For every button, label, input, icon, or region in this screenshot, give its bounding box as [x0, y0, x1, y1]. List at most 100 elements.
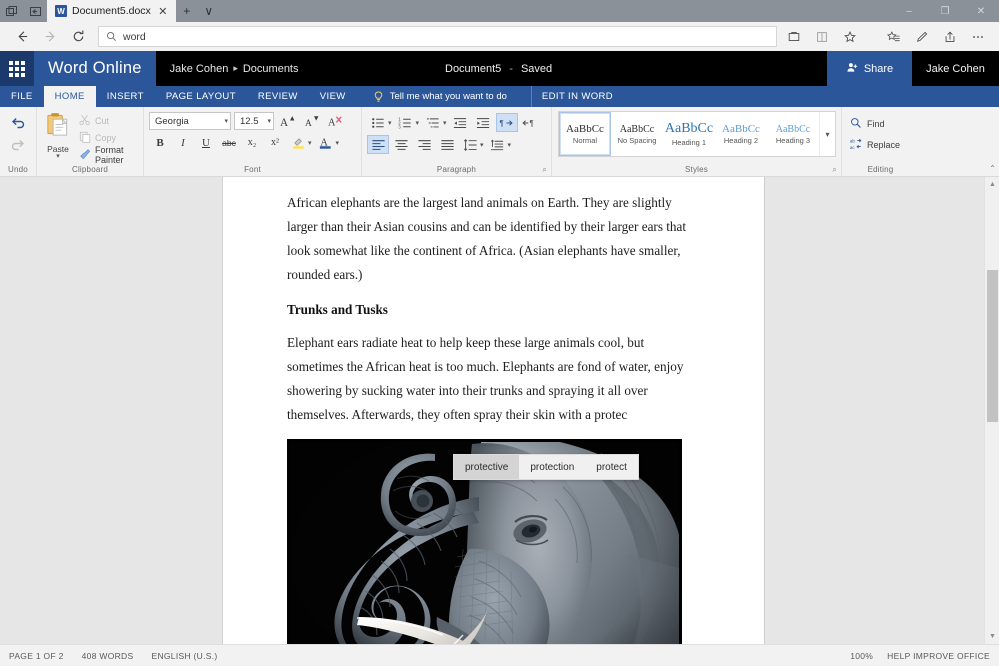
superscript-button[interactable]: x² [264, 133, 286, 152]
restore-button[interactable]: ❐ [927, 0, 963, 22]
chevron-down-icon[interactable]: ▾ [263, 117, 271, 125]
reading-view-icon[interactable] [781, 25, 807, 49]
numbering-icon[interactable]: 123 [395, 113, 417, 132]
cut-button[interactable]: Cut [76, 113, 138, 129]
brand-title[interactable]: Word Online [34, 51, 156, 86]
increase-indent-icon[interactable] [473, 113, 495, 132]
share-icon[interactable] [937, 25, 963, 49]
chevron-down-icon[interactable]: ▾ [480, 141, 484, 149]
book-icon[interactable] [809, 25, 835, 49]
bold-button[interactable]: B [149, 133, 171, 152]
web-note-icon[interactable] [909, 25, 935, 49]
paragraph-dialog-launcher[interactable]: ⌕ [542, 165, 547, 175]
refresh-icon[interactable] [64, 25, 92, 49]
styles-more-button[interactable]: ▾ [819, 112, 835, 156]
style-heading-1[interactable]: AaBbCc Heading 1 [663, 112, 715, 156]
chevron-down-icon[interactable]: ▾ [443, 119, 447, 127]
tab-insert[interactable]: INSERT [96, 86, 155, 107]
user-name[interactable]: Jake Cohen [912, 51, 999, 86]
document-page[interactable]: African elephants are the largest land a… [222, 177, 765, 644]
font-size-combobox[interactable]: 12.5 ▾ [234, 112, 274, 130]
chevron-down-icon[interactable]: ▾ [220, 117, 228, 125]
collapse-ribbon-icon[interactable]: ⌃ [989, 164, 996, 173]
font-color-icon[interactable]: A [315, 133, 337, 152]
clear-formatting-icon[interactable]: A [325, 112, 346, 130]
decrease-indent-icon[interactable] [450, 113, 472, 132]
forward-icon[interactable] [36, 25, 64, 49]
restore-tabs-icon[interactable] [28, 4, 43, 19]
edit-in-word-button[interactable]: EDIT IN WORD [531, 86, 623, 107]
chevron-down-icon[interactable]: ∨ [198, 0, 220, 22]
format-painter-button[interactable]: Format Painter [76, 147, 138, 163]
close-icon[interactable]: ✕ [156, 4, 170, 18]
document-body[interactable]: African elephants are the largest land a… [287, 191, 703, 644]
new-tab-button[interactable]: + [176, 0, 198, 22]
paragraph-spacing-icon[interactable] [487, 135, 509, 154]
style-heading-3[interactable]: AaBbCc Heading 3 [767, 112, 819, 156]
browser-tab[interactable]: W Document5.docx ✕ [47, 0, 176, 22]
favorites-star-icon[interactable] [837, 25, 863, 49]
chevron-down-icon[interactable]: ▾ [56, 154, 60, 160]
back-icon[interactable] [8, 25, 36, 49]
word-count[interactable]: 408 WORDS [82, 651, 134, 661]
address-input[interactable]: word [123, 31, 146, 43]
ltr-text-direction-icon[interactable]: ¶ [496, 113, 518, 132]
replace-button[interactable]: abac Replace [850, 136, 914, 154]
paste-button[interactable]: Paste ▾ [42, 110, 74, 163]
font-name-combobox[interactable]: Georgia ▾ [149, 112, 231, 130]
document-name[interactable]: Document5 [445, 63, 501, 75]
shrink-font-icon[interactable]: A▼ [301, 112, 322, 130]
style-heading-2[interactable]: AaBbCc Heading 2 [715, 112, 767, 156]
undo-arrow-icon[interactable] [6, 112, 30, 132]
autocomplete-option-protection[interactable]: protection [519, 455, 585, 479]
chevron-down-icon[interactable]: ▾ [508, 141, 512, 149]
bullets-icon[interactable] [367, 113, 389, 132]
page-indicator[interactable]: PAGE 1 OF 2 [9, 651, 64, 661]
align-center-icon[interactable] [390, 135, 412, 154]
hub-icon[interactable] [881, 25, 907, 49]
minimize-button[interactable]: – [891, 0, 927, 22]
rtl-text-direction-icon[interactable]: ¶ [519, 113, 541, 132]
document-scrollbar[interactable]: ▲ ▼ [984, 177, 999, 644]
tab-home[interactable]: HOME [44, 86, 96, 107]
language-indicator[interactable]: ENGLISH (U.S.) [151, 651, 217, 661]
autocomplete-option-protect[interactable]: protect [585, 455, 638, 479]
scroll-down-icon[interactable]: ▼ [985, 629, 999, 644]
tell-me-box[interactable]: Tell me what you want to do [357, 86, 517, 107]
underline-button[interactable]: U [195, 133, 217, 152]
chevron-down-icon[interactable]: ▾ [336, 139, 340, 147]
text-highlight-icon[interactable] [287, 133, 309, 152]
window-close-button[interactable]: ✕ [963, 0, 999, 22]
find-button[interactable]: Find [850, 115, 914, 133]
chevron-down-icon[interactable]: ▾ [416, 119, 420, 127]
address-bar[interactable]: word [98, 26, 777, 47]
strikethrough-button[interactable]: abc [218, 133, 240, 152]
multilevel-list-icon[interactable] [422, 113, 444, 132]
breadcrumb-folder[interactable]: Documents [243, 63, 299, 75]
align-left-icon[interactable] [367, 135, 389, 154]
scroll-up-icon[interactable]: ▲ [985, 177, 999, 192]
grow-font-icon[interactable]: A▲ [277, 112, 298, 130]
scrollbar-thumb[interactable] [987, 270, 998, 422]
share-button[interactable]: Share [827, 51, 912, 86]
align-right-icon[interactable] [413, 135, 435, 154]
justify-icon[interactable] [436, 135, 458, 154]
zoom-level[interactable]: 100% [850, 651, 873, 661]
italic-button[interactable]: I [172, 133, 194, 152]
redo-arrow-icon[interactable] [6, 134, 30, 154]
autocomplete-option-protective[interactable]: protective [454, 455, 519, 479]
line-spacing-icon[interactable] [459, 135, 481, 154]
help-improve-office-link[interactable]: HELP IMPROVE OFFICE [887, 651, 990, 661]
set-aside-tabs-icon[interactable] [4, 4, 19, 19]
style-no-spacing[interactable]: AaBbCc No Spacing [611, 112, 663, 156]
tab-review[interactable]: REVIEW [247, 86, 309, 107]
chevron-down-icon[interactable]: ▾ [388, 119, 392, 127]
style-normal[interactable]: AaBbCc Normal [559, 112, 611, 156]
copy-button[interactable]: Copy [76, 130, 138, 146]
app-launcher-icon[interactable] [0, 51, 34, 86]
tab-view[interactable]: VIEW [309, 86, 357, 107]
tab-page-layout[interactable]: PAGE LAYOUT [155, 86, 247, 107]
chevron-down-icon[interactable]: ▾ [308, 139, 312, 147]
breadcrumb-user[interactable]: Jake Cohen [170, 63, 229, 75]
tab-file[interactable]: FILE [0, 86, 44, 107]
